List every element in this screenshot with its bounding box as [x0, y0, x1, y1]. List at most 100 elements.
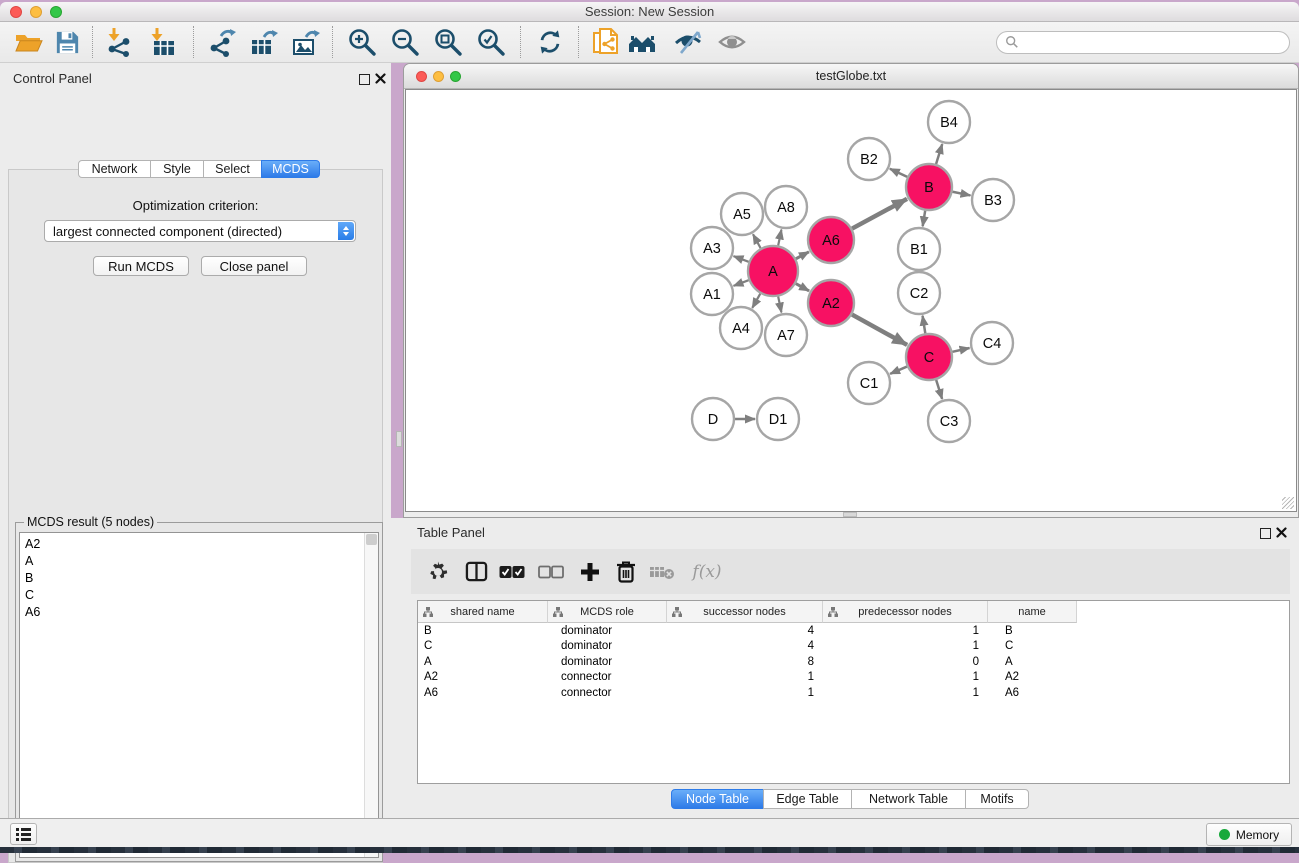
deselect-all-icon[interactable] — [534, 555, 568, 589]
list-item[interactable]: A2 — [20, 536, 378, 553]
hide-selected-icon[interactable] — [671, 25, 705, 59]
window-titlebar: Session: New Session — [0, 2, 1299, 22]
edge-A-A6[interactable] — [796, 252, 809, 259]
tab-edge-table[interactable]: Edge Table — [763, 789, 852, 809]
table-cell: dominator — [548, 640, 667, 652]
toggle-column-panel-icon[interactable] — [459, 555, 493, 589]
refresh-layout-icon[interactable] — [533, 25, 567, 59]
table-panel: Table Panel f(x) shared — [391, 518, 1299, 818]
select-all-icon[interactable] — [495, 555, 529, 589]
tab-mcds[interactable]: MCDS — [261, 160, 320, 178]
add-column-icon[interactable] — [573, 555, 607, 589]
close-panel-icon[interactable] — [375, 73, 386, 84]
result-list-scrollbar[interactable] — [364, 533, 378, 857]
edge-A-A8[interactable] — [778, 230, 781, 246]
settings-gear-icon[interactable] — [421, 555, 455, 589]
close-table-panel-icon[interactable] — [1276, 527, 1287, 538]
tab-node-table[interactable]: Node Table — [671, 789, 764, 809]
resize-grip-icon[interactable] — [1282, 497, 1294, 509]
table-row[interactable]: A6connector11A6 — [418, 685, 1289, 701]
table-cell: 1 — [823, 671, 988, 683]
network-canvas[interactable]: B4B2BB3A5A8A6A3B1AA1C2A2A4A7C4CC1DD1C3 — [405, 89, 1297, 512]
edge-A-A5[interactable] — [753, 234, 761, 248]
search-input[interactable] — [1019, 35, 1281, 49]
column-header-successor-nodes[interactable]: successor nodes — [667, 601, 823, 623]
network-window-titlebar[interactable]: testGlobe.txt — [404, 64, 1298, 89]
table-row[interactable]: A2connector11A2 — [418, 670, 1289, 686]
optimization-criterion-label: Optimization criterion: — [9, 198, 382, 213]
tab-network[interactable]: Network — [78, 160, 151, 178]
zoom-in-icon[interactable] — [345, 25, 379, 59]
float-panel-icon[interactable] — [359, 74, 370, 85]
edge-C-C1[interactable] — [890, 367, 907, 374]
import-table-icon[interactable] — [145, 25, 179, 59]
edge-A-A7[interactable] — [778, 296, 781, 312]
node-label: A1 — [703, 287, 721, 303]
export-network-icon[interactable] — [204, 25, 238, 59]
close-panel-button[interactable]: Close panel — [201, 256, 307, 276]
zoom-out-icon[interactable] — [388, 25, 422, 59]
scrollbar-thumb[interactable] — [366, 534, 377, 545]
list-item[interactable]: A6 — [20, 604, 378, 621]
export-image-icon[interactable] — [288, 25, 322, 59]
table-toolbar: f(x) — [411, 549, 1290, 594]
open-session-icon[interactable] — [12, 25, 46, 59]
edge-A-A3[interactable] — [734, 256, 749, 262]
table-cell: 0 — [823, 656, 988, 668]
new-network-from-selection-icon[interactable] — [589, 25, 623, 59]
list-item[interactable]: C — [20, 587, 378, 604]
edge-A-A4[interactable] — [752, 294, 760, 308]
toolbar-separator — [578, 26, 579, 58]
edge-A2-C[interactable] — [852, 315, 907, 345]
delete-table-icon[interactable] — [645, 555, 679, 589]
edge-C-C4[interactable] — [952, 348, 969, 352]
save-session-icon[interactable] — [50, 25, 84, 59]
zoom-fit-icon[interactable] — [431, 25, 465, 59]
edge-A-A1[interactable] — [734, 280, 749, 286]
memory-button[interactable]: Memory — [1206, 823, 1292, 846]
table-row[interactable]: Bdominator41B — [418, 623, 1289, 639]
column-header-predecessor-nodes[interactable]: predecessor nodes — [823, 601, 988, 623]
function-builder-icon[interactable]: f(x) — [685, 555, 729, 589]
column-header-mcds-role[interactable]: MCDS role — [548, 601, 667, 623]
edge-A-A2[interactable] — [796, 284, 809, 291]
column-header-name[interactable]: name — [988, 601, 1077, 623]
table-row[interactable]: Cdominator41C — [418, 639, 1289, 655]
task-history-button[interactable] — [10, 823, 37, 845]
first-neighbors-icon[interactable] — [625, 25, 659, 59]
table-row[interactable]: Adominator80A — [418, 654, 1289, 670]
table-panel-tabs: Node Table Edge Table Network Table Moti… — [671, 789, 1029, 809]
node-table[interactable]: shared name MCDS role successor nodes pr… — [417, 600, 1290, 784]
tab-network-table[interactable]: Network Table — [851, 789, 966, 809]
edge-C-C3[interactable] — [936, 380, 942, 399]
tab-style[interactable]: Style — [150, 160, 204, 178]
table-cell: dominator — [548, 625, 667, 637]
criterion-dropdown[interactable]: largest connected component (directed) — [44, 220, 356, 242]
edge-B-B1[interactable] — [923, 211, 926, 227]
table-cell: 1 — [667, 687, 823, 699]
edge-B-B4[interactable] — [936, 144, 942, 164]
zoom-selected-icon[interactable] — [474, 25, 508, 59]
edge-A6-B[interactable] — [852, 199, 907, 229]
node-label: B4 — [940, 115, 958, 131]
node-label: D1 — [769, 412, 788, 428]
edge-C-C2[interactable] — [923, 316, 926, 334]
delete-column-trash-icon[interactable] — [609, 555, 643, 589]
split-divider-handle[interactable] — [396, 431, 402, 447]
mcds-result-list[interactable]: A2ABCA6 — [19, 532, 379, 858]
list-item[interactable]: A — [20, 553, 378, 570]
tab-select[interactable]: Select — [203, 160, 262, 178]
float-table-panel-icon[interactable] — [1260, 528, 1271, 539]
dropdown-stepper-icon[interactable] — [338, 222, 354, 240]
run-mcds-button[interactable]: Run MCDS — [93, 256, 189, 276]
list-item[interactable]: B — [20, 570, 378, 587]
show-hidden-eye-icon[interactable] — [715, 25, 749, 59]
column-header-shared-name[interactable]: shared name — [418, 601, 548, 623]
edge-B-B3[interactable] — [953, 192, 971, 196]
import-network-icon[interactable] — [102, 25, 136, 59]
split-divider-handle[interactable] — [843, 512, 857, 517]
export-table-icon[interactable] — [246, 25, 280, 59]
search-field[interactable] — [996, 31, 1290, 54]
edge-B-B2[interactable] — [890, 169, 907, 177]
tab-motifs[interactable]: Motifs — [965, 789, 1029, 809]
